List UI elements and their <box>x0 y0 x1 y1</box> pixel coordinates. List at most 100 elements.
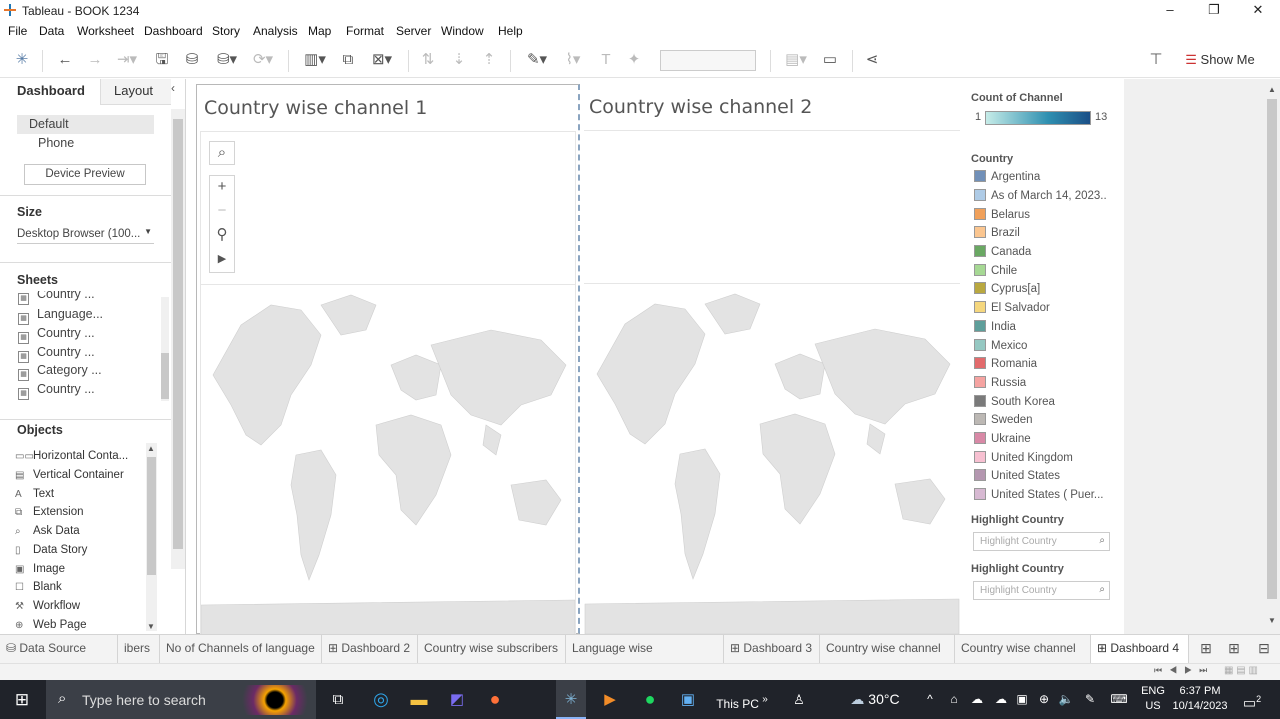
sheet-item[interactable]: ▦ Language... <box>18 307 103 325</box>
new-worksheet-tab-icon[interactable]: ⊞ <box>1194 635 1218 663</box>
panel-scrollbar[interactable] <box>171 109 185 569</box>
highlight-country-input[interactable]: Highlight Country ⌕ <box>973 532 1110 551</box>
country-legend-item[interactable]: Romania <box>974 357 1037 375</box>
device-preview-button[interactable]: Device Preview <box>24 164 146 185</box>
country-legend-item[interactable]: Ukraine <box>974 432 1031 450</box>
task-view-icon[interactable]: ⧉ <box>326 680 350 719</box>
view-country-wise-channel-2[interactable]: Country wise channel 2 <box>582 84 962 634</box>
pause-updates-icon[interactable]: ⛁▾ <box>212 50 242 70</box>
taskbar-search[interactable]: ⌕ Type here to search <box>46 680 316 719</box>
zoom-in-button[interactable]: + <box>210 176 234 200</box>
file-explorer-icon[interactable]: ▬ <box>406 680 432 719</box>
save-icon[interactable]: 🖫 <box>152 50 172 70</box>
country-legend-item[interactable]: United Kingdom <box>974 451 1073 469</box>
country-legend-item[interactable]: Russia <box>974 376 1026 394</box>
sheet-tab[interactable]: Country wise channel 1 <box>820 635 955 682</box>
new-datasource-icon[interactable]: ⛁ <box>182 50 202 70</box>
menu-worksheet[interactable]: Worksheet <box>77 24 134 38</box>
replay-icon[interactable]: ⇥▾ <box>113 50 141 70</box>
object-ask-data[interactable]: ⌕ Ask Data <box>15 525 80 543</box>
object-horizontal-container[interactable]: ▭▭Horizontal Conta... <box>15 450 128 468</box>
new-dashboard-tab-icon[interactable]: ⊞ <box>1222 635 1246 663</box>
tab-data-source[interactable]: ⛁ Data Source <box>0 635 118 663</box>
view-mode-icons[interactable]: ▦ ▤ ▥ <box>1224 665 1258 676</box>
sheet-tab-active[interactable]: ⊞ Dashboard 4 <box>1091 635 1189 663</box>
duplicate-icon[interactable]: ⧉ <box>338 50 358 70</box>
clock[interactable]: 6:37 PM 10/14/2023 <box>1168 684 1232 714</box>
country-legend-item[interactable]: Brazil <box>974 226 1020 244</box>
group-clip-icon[interactable]: ⌇▾ <box>558 50 588 70</box>
menu-analysis[interactable]: Analysis <box>253 24 298 38</box>
notifications-icon[interactable]: ▭2 <box>1238 680 1266 719</box>
sheet-item[interactable]: ▦ Country ... <box>18 326 95 344</box>
windows-start-icon[interactable]: ⊞ <box>0 680 44 719</box>
country-legend-item[interactable]: As of March 14, 2023.. <box>974 189 1107 207</box>
sheet-item[interactable]: ▦ Country ... <box>18 291 95 305</box>
sheet-tab[interactable]: Language wise subscribers <box>566 635 724 682</box>
highlight-pen-icon[interactable]: ✎▾ <box>522 50 552 70</box>
object-data-story[interactable]: ▯ Data Story <box>15 544 87 562</box>
show-hidden-icons[interactable]: ^ <box>920 680 940 719</box>
swap-icon[interactable]: ⇅ <box>418 50 438 70</box>
country-legend-item[interactable]: Canada <box>974 245 1031 263</box>
presentation-mode-icon[interactable]: ▭ <box>820 50 840 70</box>
people-icon[interactable]: ♙ <box>788 680 810 719</box>
count-color-ramp[interactable] <box>985 111 1091 125</box>
device-default[interactable]: Default <box>17 115 154 134</box>
weather-widget[interactable]: ☁ 30°C <box>840 680 910 719</box>
country-legend-item[interactable]: Mexico <box>974 339 1027 357</box>
volume-icon[interactable]: 🔈 <box>1056 680 1076 719</box>
collapse-panel-icon[interactable]: ‹ <box>171 81 185 95</box>
highlight-country-input[interactable]: Highlight Country ⌕ <box>973 581 1110 600</box>
country-legend-item[interactable]: United States <box>974 469 1060 487</box>
share-icon[interactable]: ⋖ <box>862 50 882 70</box>
country-legend-item[interactable]: India <box>974 320 1016 338</box>
clear-sheet-icon[interactable]: ⊠▾ <box>366 50 398 70</box>
show-me-button[interactable]: ☰ Show Me <box>1180 50 1260 70</box>
label-icon[interactable]: T <box>596 50 616 70</box>
object-image[interactable]: ▣ Image <box>15 563 65 581</box>
size-dropdown[interactable]: Desktop Browser (100... ▼ <box>17 226 154 244</box>
map-view[interactable] <box>200 131 576 635</box>
tab-layout[interactable]: Layout <box>100 79 171 105</box>
sort-asc-icon[interactable]: ⇣ <box>449 50 469 70</box>
menu-help[interactable]: Help <box>498 24 523 38</box>
new-worksheet-icon[interactable]: ▥▾ <box>300 50 330 70</box>
expand-toolbar-icon[interactable]: ▶ <box>210 248 234 272</box>
object-workflow[interactable]: ⚒ Workflow <box>15 600 80 618</box>
tab-navigation-arrows[interactable]: ⏮◀▶⏭ <box>1154 665 1214 676</box>
sheet-tab[interactable]: Country wise subscribers <box>418 635 566 663</box>
country-legend-item[interactable]: Sweden <box>974 413 1033 431</box>
tableau-taskbar-icon[interactable]: ✳ <box>556 680 586 719</box>
country-legend-item[interactable]: United States ( Puer... <box>974 488 1104 506</box>
pin-icon[interactable]: ✦ <box>624 50 644 70</box>
firefox-icon[interactable]: ● <box>482 680 508 719</box>
menu-story[interactable]: Story <box>212 24 240 38</box>
store-icon[interactable]: ▣ <box>674 680 702 719</box>
pen-icon[interactable]: ✎ <box>1080 680 1100 719</box>
pin-map-icon[interactable]: ⚲ <box>210 224 234 248</box>
view-country-wise-channel-1[interactable]: Country wise channel 1 ⌕ + − ⚲ ▶ <box>196 84 580 635</box>
country-legend-item[interactable]: South Korea <box>974 395 1055 413</box>
object-vertical-container[interactable]: ▤ Vertical Container <box>15 469 124 487</box>
ask-data-icon[interactable]: ⊤ <box>1146 50 1166 70</box>
tray-app-icon[interactable]: ⌂ <box>944 680 964 719</box>
menu-dashboard[interactable]: Dashboard <box>144 24 203 38</box>
edge-browser-icon[interactable]: ◎ <box>368 680 394 719</box>
restore-button[interactable]: ❐ <box>1192 0 1236 21</box>
sheet-item[interactable]: ▦ Category ... <box>18 363 102 381</box>
sort-desc-icon[interactable]: ⇡ <box>479 50 499 70</box>
menu-file[interactable]: File <box>8 24 27 38</box>
menu-format[interactable]: Format <box>346 24 384 38</box>
menu-window[interactable]: Window <box>441 24 484 38</box>
tableau-home-icon[interactable]: ✳ <box>12 50 32 70</box>
sheet-tab[interactable]: No of Channels of language <box>160 635 322 663</box>
tray-screen-icon[interactable]: ▣ <box>1012 680 1032 719</box>
country-legend-item[interactable]: El Salvador <box>974 301 1050 319</box>
keyboard-icon[interactable]: ⌨ <box>1106 680 1132 719</box>
sheet-tab[interactable]: ⊞ Dashboard 2 <box>322 635 418 663</box>
map-view[interactable] <box>584 130 960 634</box>
menu-server[interactable]: Server <box>396 24 431 38</box>
fit-dropdown[interactable] <box>660 50 756 71</box>
refresh-icon[interactable]: ⟳▾ <box>248 50 278 70</box>
